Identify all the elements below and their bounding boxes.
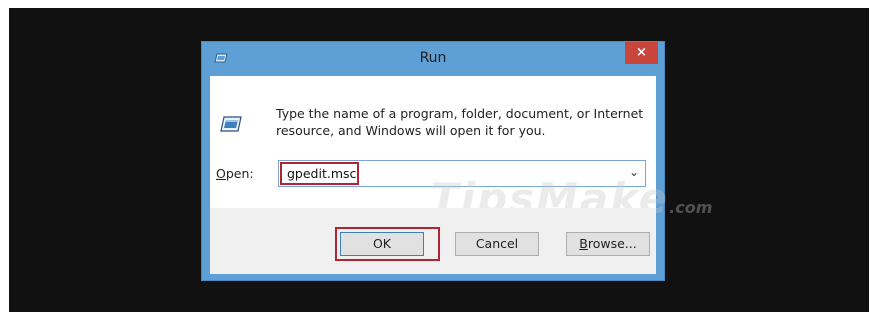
- dialog-content: Type the name of a program, folder, docu…: [210, 76, 712, 223]
- run-dialog: Run × Type the name of a program, folder…: [201, 41, 712, 281]
- title-bar[interactable]: Run ×: [202, 42, 664, 76]
- button-bar: OK Cancel Browse...: [210, 208, 656, 274]
- dialog-description: Type the name of a program, folder, docu…: [276, 106, 644, 138]
- run-app-icon: [220, 116, 242, 132]
- value-highlight-box: [280, 162, 359, 185]
- dialog-title: Run: [419, 50, 447, 66]
- close-button[interactable]: ×: [625, 42, 658, 64]
- browse-accelerator: B: [579, 236, 588, 251]
- ok-button[interactable]: OK: [340, 232, 424, 256]
- open-label-text: pen:: [225, 166, 254, 181]
- cancel-button[interactable]: Cancel: [455, 232, 539, 256]
- open-label-accelerator: O: [216, 166, 226, 181]
- browse-button[interactable]: Browse...: [566, 232, 650, 256]
- browse-label: rowse...: [587, 236, 637, 251]
- open-label: Open:: [216, 166, 254, 181]
- open-combobox[interactable]: gpedit.msc ⌄: [278, 160, 646, 187]
- close-icon: ×: [636, 45, 647, 60]
- chevron-down-icon[interactable]: ⌄: [629, 165, 639, 179]
